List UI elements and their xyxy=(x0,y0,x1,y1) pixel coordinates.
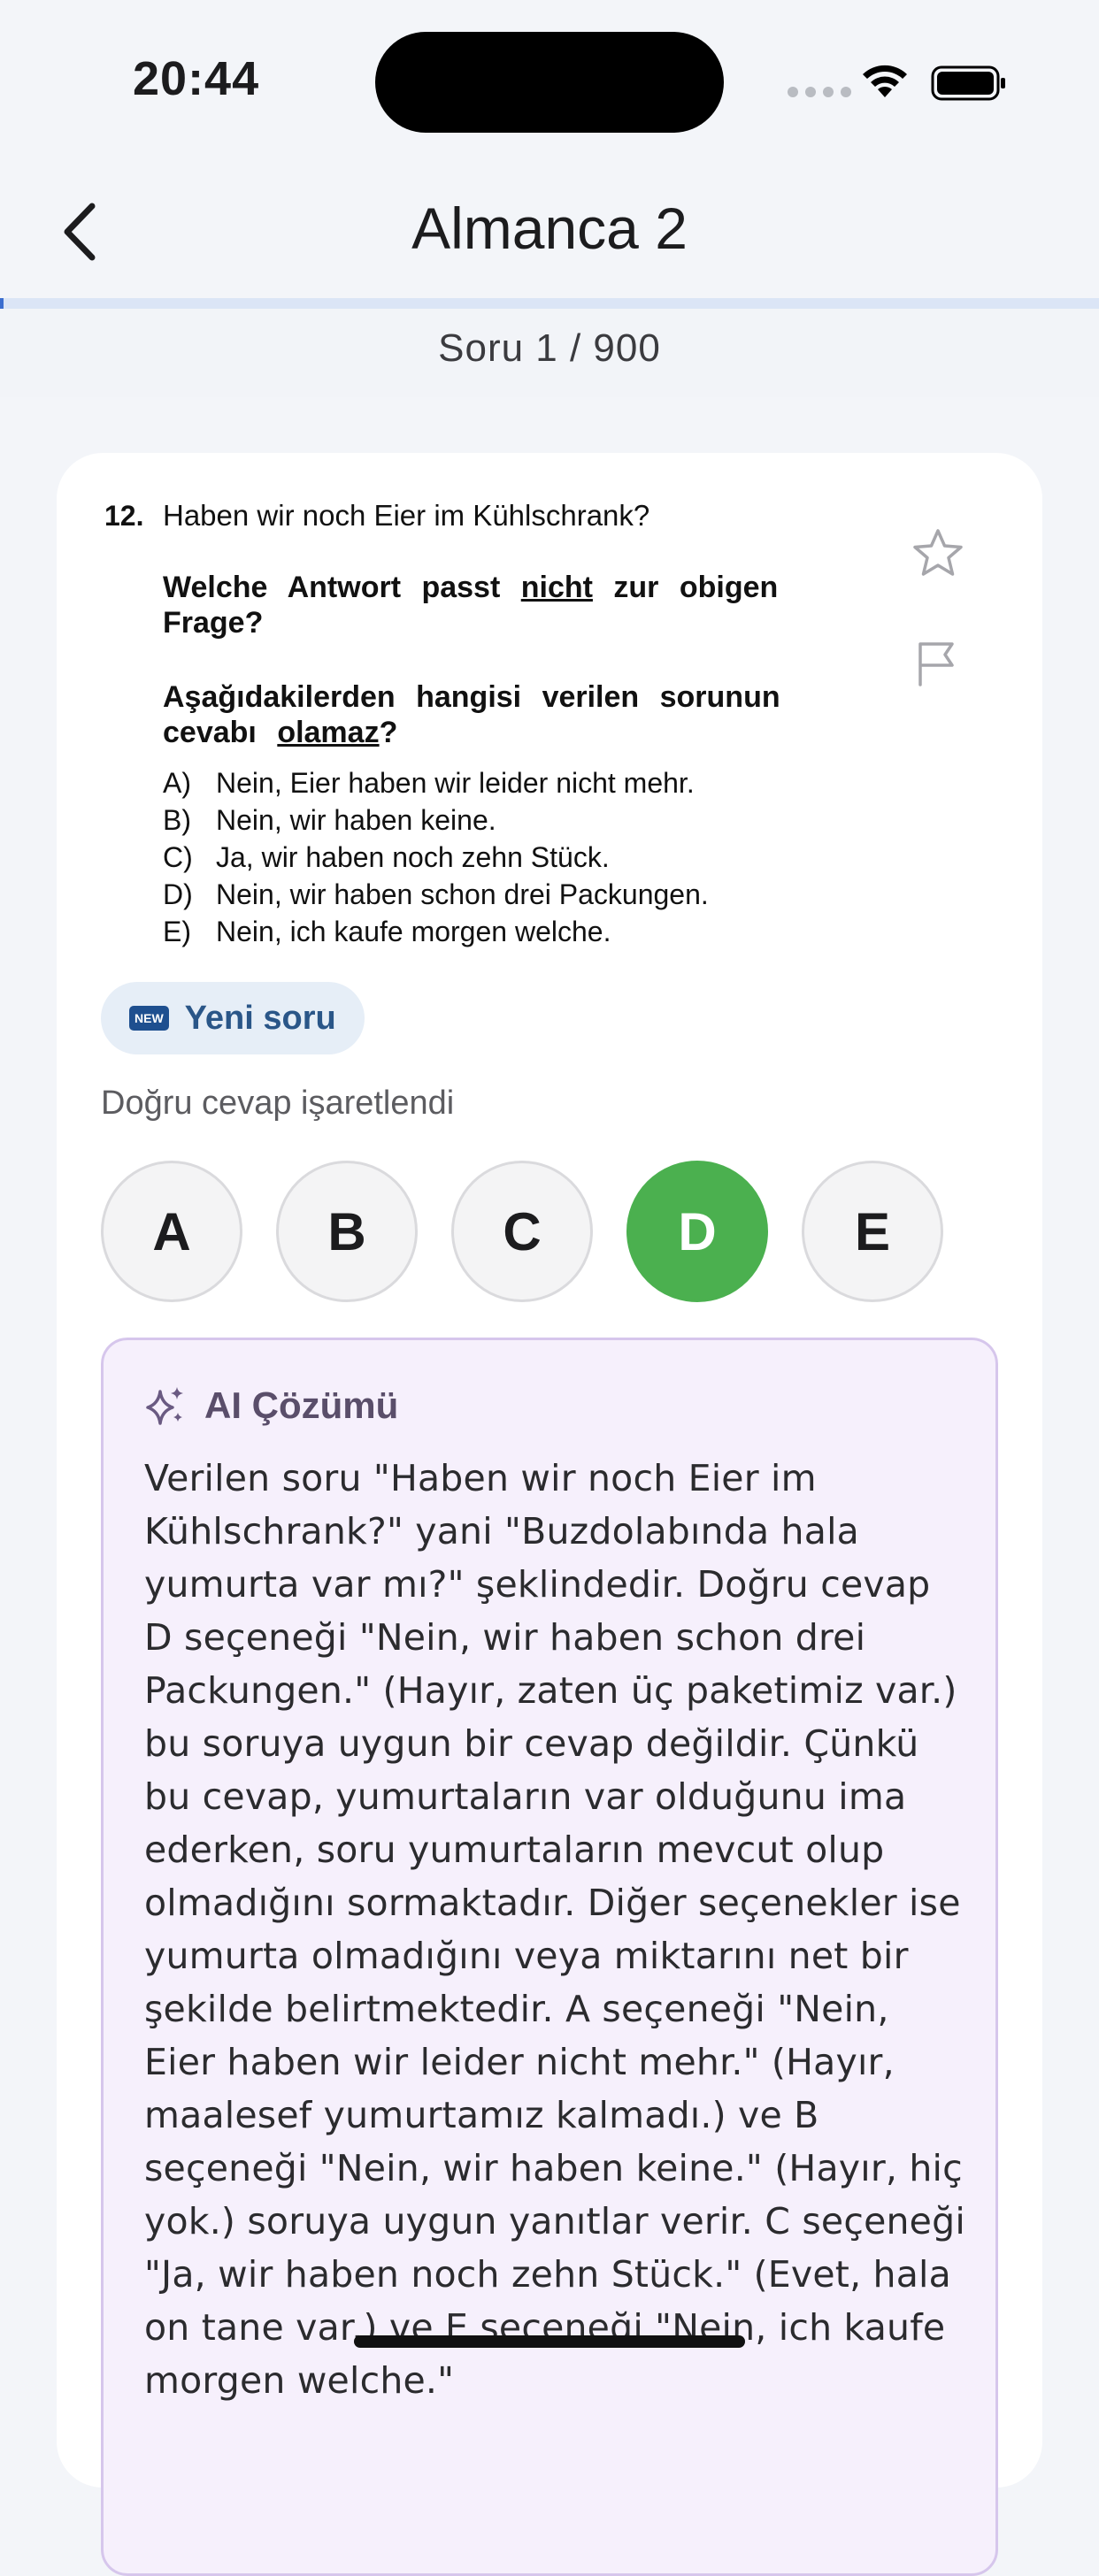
choice-label: D) xyxy=(163,878,193,910)
option-c-button[interactable]: C xyxy=(451,1161,593,1302)
progress-bar xyxy=(0,298,1099,309)
nav-header: Almanca 2 xyxy=(0,159,1099,301)
option-d-button[interactable]: D xyxy=(626,1161,768,1302)
home-indicator[interactable] xyxy=(354,2335,745,2348)
star-icon xyxy=(913,529,963,576)
cellular-signal-icon xyxy=(788,87,851,97)
answer-options: A B C D E xyxy=(101,1161,943,1302)
question-card: 12. Haben wir noch Eier im Kühlschrank? W… xyxy=(57,453,1042,2576)
favorite-button[interactable] xyxy=(911,527,965,583)
question-image: 12. Haben wir noch Eier im Kühlschrank? W… xyxy=(104,497,901,950)
choice-b: B) Nein, wir haben keine. xyxy=(104,801,901,839)
new-question-label: Yeni soru xyxy=(184,999,336,1037)
instruction-de-part1: Welche Antwort passt xyxy=(163,571,521,604)
question-prompt: Haben wir noch Eier im Kühlschrank? xyxy=(163,499,650,532)
choice-label: B) xyxy=(163,804,191,836)
ai-solution-text: Verilen soru "Haben wir noch Eier im Küh… xyxy=(144,1457,965,2402)
flag-icon xyxy=(918,642,954,686)
choice-a: A) Nein, Eier haben wir leider nicht mehr… xyxy=(104,764,901,801)
choice-label: C) xyxy=(163,841,193,873)
status-time: 20:44 xyxy=(133,52,260,105)
ai-solution-panel: AI Çözümü Verilen soru "Haben wir noch E… xyxy=(101,1338,998,2576)
choice-label: A) xyxy=(163,767,191,799)
battery-icon xyxy=(931,65,1005,101)
ai-solution-header: AI Çözümü xyxy=(144,1384,398,1427)
question-counter: Soru 1 / 900 xyxy=(438,326,661,370)
question-number: 12. xyxy=(104,500,144,532)
progress-fill xyxy=(0,298,4,309)
choice-text: Nein, wir haben keine. xyxy=(216,804,496,836)
question-prompt-line: 12. Haben wir noch Eier im Kühlschrank? xyxy=(104,497,901,534)
option-e-button[interactable]: E xyxy=(802,1161,943,1302)
page-title: Almanca 2 xyxy=(411,196,688,261)
choice-d: D) Nein, wir haben schon drei Packungen. xyxy=(104,876,901,913)
instruction-de-part3: Frage? xyxy=(163,606,264,640)
dynamic-island xyxy=(375,32,724,133)
instruction-de-nicht: nicht xyxy=(520,571,593,604)
new-icon: NEW xyxy=(129,1006,169,1031)
instruction-tr-olamaz: olamaz xyxy=(277,716,380,749)
choice-label: E) xyxy=(163,916,191,947)
instruction-turkish: Aşağıdakilerden hangisi verilen sorunun … xyxy=(104,679,901,750)
choice-e: E) Nein, ich kaufe morgen welche. xyxy=(104,913,901,950)
choice-c: C) Ja, wir haben noch zehn Stück. xyxy=(104,839,901,876)
report-button[interactable] xyxy=(915,639,959,693)
instruction-tr-part2: cevabı xyxy=(163,716,278,749)
question-counter-band: Soru 1 / 900 xyxy=(0,309,1099,397)
instruction-de-part2: zur obigen xyxy=(592,571,779,604)
choice-text: Nein, ich kaufe morgen welche. xyxy=(216,916,611,947)
instruction-tr-part1: Aşağıdakilerden hangisi verilen sorunun xyxy=(163,680,780,714)
status-bar: 20:44 xyxy=(0,0,1099,159)
sparkles-icon xyxy=(146,1387,183,1425)
ai-solution-title: AI Çözümü xyxy=(204,1384,399,1426)
new-question-chip[interactable]: NEW Yeni soru xyxy=(101,982,365,1054)
wifi-icon xyxy=(863,65,907,97)
option-a-button[interactable]: A xyxy=(101,1161,242,1302)
answer-status-note: Doğru cevap işaretlendi xyxy=(101,1085,455,1122)
option-b-button[interactable]: B xyxy=(276,1161,418,1302)
instruction-german: Welche Antwort passt nicht zur obigen Fr… xyxy=(104,570,901,640)
choice-text: Ja, wir haben noch zehn Stück. xyxy=(216,841,610,873)
choice-text: Nein, Eier haben wir leider nicht mehr. xyxy=(216,767,695,799)
instruction-tr-part3: ? xyxy=(379,716,398,749)
choice-text: Nein, wir haben schon drei Packungen. xyxy=(216,878,709,910)
